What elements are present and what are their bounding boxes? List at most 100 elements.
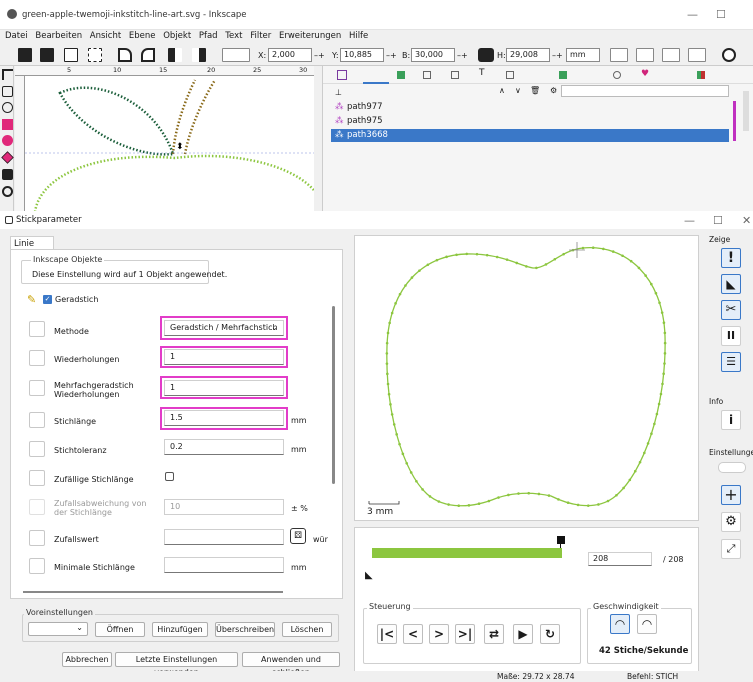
preset-select[interactable]: ⌄	[28, 622, 88, 636]
apply-close-button[interactable]: Anwenden und schließen	[242, 652, 340, 677]
h-field[interactable]: 29,008	[506, 48, 550, 62]
selector-tool-icon[interactable]	[2, 69, 13, 80]
speed-faster-icon[interactable]: ◠	[637, 614, 657, 634]
unit-select[interactable]: mm	[566, 48, 600, 62]
panel-scrollbar[interactable]	[743, 91, 749, 131]
dock-tab-icon[interactable]	[451, 71, 459, 79]
menu-hilfe[interactable]: Hilfe	[349, 30, 368, 43]
select-all-layers-icon[interactable]	[40, 48, 54, 62]
scale-stroke-icon[interactable]	[610, 48, 628, 62]
dock-tab-icon[interactable]	[506, 71, 514, 79]
zufallswert-reroll-button[interactable]: wür	[313, 535, 328, 544]
node-tool-icon[interactable]	[2, 86, 13, 97]
stichtoleranz-checkbox[interactable]	[29, 441, 45, 457]
zufallswert-checkbox[interactable]	[29, 530, 45, 546]
select-same-icon[interactable]	[88, 48, 102, 62]
dock-tab-icon[interactable]	[559, 71, 567, 79]
show-trims-icon[interactable]: ◣	[721, 274, 741, 294]
step-back-icon[interactable]: <	[403, 624, 423, 644]
settings-icon[interactable]: ⚙	[550, 86, 557, 95]
menu-filter[interactable]: Filter	[250, 30, 271, 43]
zufallswert-input[interactable]	[164, 529, 284, 545]
dice-icon[interactable]: ⚄	[290, 528, 306, 544]
zoom-in-icon[interactable]: +	[721, 485, 741, 505]
h-stepper-icon[interactable]: –+	[552, 51, 563, 60]
lock-icon[interactable]	[478, 48, 494, 62]
menu-erweiterungen[interactable]: Erweiterungen	[279, 30, 341, 43]
preset-add-button[interactable]: Hinzufügen	[152, 622, 208, 637]
geradstich-checkbox[interactable]: ✓	[43, 295, 52, 304]
show-cuts-icon[interactable]: ✂	[721, 300, 741, 320]
deselect-icon[interactable]	[64, 48, 78, 62]
rect-tool-icon[interactable]	[2, 119, 13, 130]
circle-tool-icon[interactable]	[2, 135, 13, 146]
wiederholungen-checkbox[interactable]	[29, 350, 45, 366]
info-icon[interactable]: i	[721, 410, 741, 430]
dock-tab-icon[interactable]	[397, 71, 405, 79]
tab-linie[interactable]: Linie	[10, 236, 54, 250]
speed-slower-icon[interactable]: ◠	[610, 614, 630, 634]
jump-end-icon[interactable]: >|	[455, 624, 475, 644]
object-search-input[interactable]	[561, 85, 729, 97]
param-scrollbar[interactable]	[332, 306, 335, 484]
preset-overwrite-button[interactable]: Überschreiben	[215, 622, 275, 637]
menu-text[interactable]: Text	[225, 30, 242, 43]
step-forward-icon[interactable]: >	[429, 624, 449, 644]
progress-handle[interactable]	[557, 536, 565, 544]
methode-checkbox[interactable]	[29, 321, 45, 337]
drawing-canvas[interactable]: ⬍	[15, 66, 321, 212]
raise-lower-icon[interactable]	[222, 48, 250, 62]
star-tool-icon[interactable]	[1, 151, 14, 164]
fill-stroke-tab-icon[interactable]	[337, 70, 347, 80]
show-stops-icon[interactable]: II	[721, 326, 741, 346]
zufallsabweichung-input[interactable]: 10	[164, 499, 284, 515]
object-row-path977[interactable]: ⁂ path977	[331, 101, 729, 114]
menu-ansicht[interactable]: Ansicht	[90, 30, 121, 43]
menu-datei[interactable]: Datei	[5, 30, 28, 43]
rotate-cw-icon[interactable]	[141, 48, 155, 62]
zufaellige-checkbox[interactable]	[29, 470, 45, 486]
flip-horizontal-icon[interactable]	[168, 48, 182, 62]
preset-open-button[interactable]: Öffnen	[95, 622, 145, 637]
x-stepper-icon[interactable]: –+	[314, 51, 325, 60]
restart-icon[interactable]: ↻	[540, 624, 560, 644]
heart-tab-icon[interactable]: ♥	[641, 69, 649, 79]
gear-icon[interactable]: ⚙	[721, 512, 741, 532]
menu-bearbeiten[interactable]: Bearbeiten	[35, 30, 82, 43]
menu-pfad[interactable]: Pfad	[199, 30, 218, 43]
mehrfach-checkbox[interactable]	[29, 380, 45, 396]
dialog-maximize-icon[interactable]: ☐	[713, 214, 723, 227]
zufallsabweichung-checkbox[interactable]	[29, 499, 45, 515]
dock-tab-icon[interactable]	[697, 71, 705, 79]
param-hscrollbar[interactable]	[23, 591, 283, 593]
delete-icon[interactable]: 🗑	[530, 86, 540, 95]
swap-direction-icon[interactable]: ⇄	[484, 624, 504, 644]
current-stitch-input[interactable]: 208	[588, 552, 652, 566]
stitch-preview[interactable]: 3 mm	[354, 235, 699, 521]
3d-box-tool-icon[interactable]	[2, 169, 13, 180]
tweak-tool-icon[interactable]	[2, 102, 13, 113]
progress-track[interactable]	[372, 548, 562, 558]
dock-tab-icon[interactable]	[423, 71, 431, 79]
move-down-icon[interactable]: ∨	[515, 86, 521, 95]
move-up-icon[interactable]: ∧	[499, 86, 505, 95]
scale-corners-icon[interactable]	[636, 48, 654, 62]
expand-icon[interactable]: ⤢	[721, 539, 741, 559]
stichtoleranz-input[interactable]: 0.2	[164, 439, 284, 455]
object-row-path975[interactable]: ⁂ path975	[331, 115, 729, 128]
canvas-scrollbar[interactable]	[314, 66, 322, 212]
y-field[interactable]: 10,885	[340, 48, 384, 62]
text-tab-icon[interactable]: T	[479, 68, 485, 78]
layer-add-icon[interactable]: ⊥	[335, 88, 342, 97]
minimale-input[interactable]	[164, 557, 284, 573]
select-all-icon[interactable]	[18, 48, 32, 62]
menu-ebene[interactable]: Ebene	[129, 30, 156, 43]
dock-tab-icon[interactable]	[613, 71, 621, 79]
stichlaenge-checkbox[interactable]	[29, 412, 45, 428]
object-row-path3668[interactable]: ⁂ path3668	[331, 129, 729, 142]
w-field[interactable]: 30,000	[411, 48, 455, 62]
y-stepper-icon[interactable]: –+	[386, 51, 397, 60]
show-color-changes-icon[interactable]: ☰	[721, 352, 741, 372]
minimale-checkbox[interactable]	[29, 558, 45, 574]
dialog-minimize-icon[interactable]: —	[684, 214, 695, 227]
